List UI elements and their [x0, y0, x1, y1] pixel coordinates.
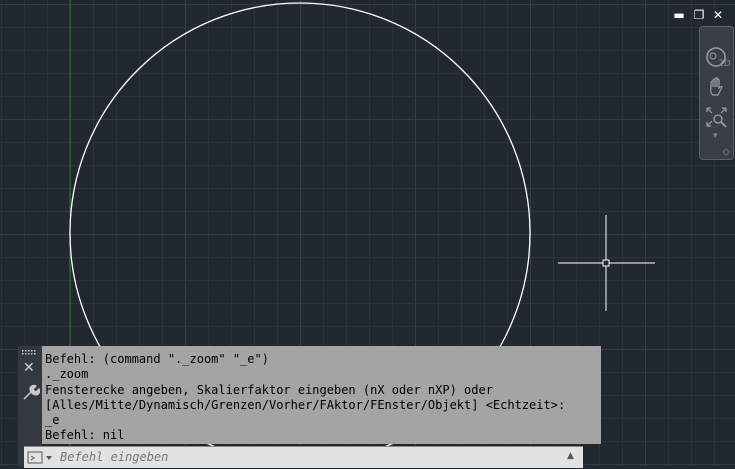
command-input[interactable] [60, 449, 550, 465]
close-command-line-icon[interactable]: ✕ [23, 360, 35, 376]
zoom-extents-icon [706, 107, 727, 128]
history-line: _e [45, 413, 60, 427]
drag-grip-icon[interactable] [22, 349, 38, 355]
restore-button[interactable]: ❐ [692, 8, 706, 22]
command-prompt-icon [27, 451, 52, 464]
command-history: Befehl: (command "._zoom" "_e") ._zoom F… [42, 346, 601, 444]
zoom-dropdown-button[interactable]: ▾ [704, 131, 729, 145]
pan-button[interactable] [704, 75, 729, 99]
hand-icon [710, 77, 723, 96]
minimize-button[interactable]: ▬ [672, 8, 686, 22]
chevron-down-icon: ▾ [713, 131, 718, 141]
crosshair-cursor [558, 215, 655, 311]
zoom-extents-button[interactable] [704, 105, 729, 129]
history-line: Fensterecke angeben, Skalierfaktor einge… [45, 383, 493, 397]
expand-history-icon[interactable]: ▲ [567, 451, 574, 461]
history-line: [Alles/Mitte/Dynamisch/Grenzen/Vorher/FA… [45, 398, 566, 412]
command-input-row: ▲ [24, 446, 583, 468]
history-line: Befehl: (command "._zoom" "_e") [45, 352, 269, 366]
label-2d: 2D [718, 59, 731, 69]
history-line: Befehl: nil [45, 428, 125, 442]
history-line: ._zoom [45, 367, 89, 381]
navigation-bar: 2D ▾ [699, 26, 734, 160]
navbar-options-icon[interactable] [700, 147, 733, 157]
recent-commands-button[interactable] [27, 450, 55, 464]
customize-wrench-icon[interactable] [20, 383, 40, 403]
steering-wheel-2d-button[interactable]: 2D [704, 45, 731, 69]
close-viewport-button[interactable]: ✕ [711, 8, 725, 22]
